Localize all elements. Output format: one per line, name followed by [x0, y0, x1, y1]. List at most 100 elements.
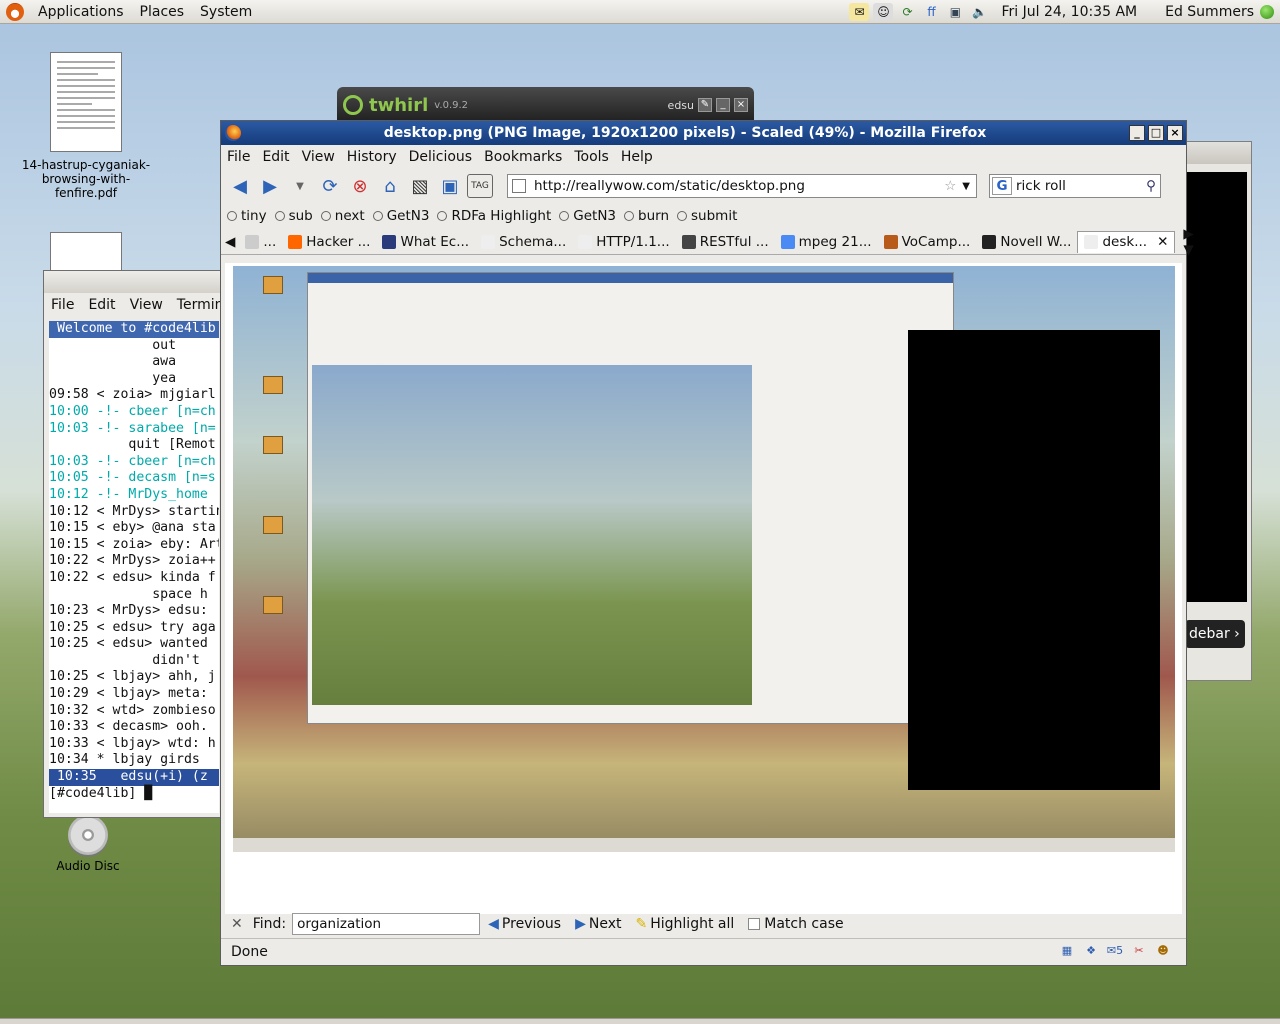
url-dropdown-icon[interactable]: ▼ [962, 181, 970, 192]
clock[interactable]: Fri Jul 24, 10:35 AM [1001, 4, 1137, 20]
close-button[interactable]: × [1167, 125, 1183, 141]
terminal-titlebar[interactable] [44, 271, 222, 293]
mail-icon[interactable]: ✉5 [1106, 944, 1124, 960]
bookmark-next[interactable]: next [320, 208, 365, 224]
minimize-icon[interactable]: _ [716, 98, 730, 112]
window-icon[interactable]: ▣ [437, 174, 463, 198]
browser-tab[interactable]: What Ec... [376, 231, 475, 253]
page-content[interactable] [225, 263, 1182, 914]
debar-button[interactable]: debar › [1185, 620, 1245, 648]
browser-tab[interactable]: HTTP/1.1... [572, 231, 675, 253]
menu-history[interactable]: History [341, 149, 403, 165]
firefox-window[interactable]: desktop.png (PNG Image, 1920x1200 pixels… [220, 120, 1194, 966]
close-icon[interactable]: × [734, 98, 748, 112]
pdf-document-icon[interactable] [50, 232, 122, 272]
match-case-checkbox[interactable]: Match case [748, 916, 844, 932]
browser-tab[interactable]: mpeg 21... [775, 231, 878, 253]
browser-tab[interactable]: ... [239, 231, 282, 253]
bookmark-burn[interactable]: burn [624, 208, 669, 224]
highlight-all-button[interactable]: ✎ Highlight all [636, 916, 735, 932]
find-input[interactable]: organization [292, 913, 481, 935]
browser-tab[interactable]: VoCamp... [878, 231, 977, 253]
scroll-tabs-right-icon[interactable]: ▶ ▼ [1183, 226, 1193, 258]
browser-tab[interactable]: Schema... [475, 231, 572, 253]
twhirl-window[interactable]: twhirl v.0.9.2 edsu ✎ _ × [337, 87, 754, 123]
screenshot-icon[interactable]: ▧ [407, 174, 433, 198]
browser-tab[interactable]: Hacker ... [282, 231, 376, 253]
screengrab-icon[interactable]: ▦ [1058, 944, 1076, 960]
search-icon[interactable]: ⚲ [1146, 178, 1156, 194]
terminal-output[interactable]: Welcome to #code4lib out awa yea 09:58 < … [49, 321, 219, 813]
bookmark-tiny[interactable]: tiny [227, 208, 267, 224]
bookmark-getn3-2[interactable]: GetN3 [559, 208, 616, 224]
close-find-icon[interactable]: ✕ [231, 916, 243, 932]
ubuntu-logo-icon[interactable] [6, 2, 24, 21]
terminal-line: 10:33 < decasm> ooh. [49, 719, 216, 735]
reload-icon[interactable]: ⟳ [317, 174, 343, 198]
bookmark-submit[interactable]: submit [677, 208, 737, 224]
twhirl-account[interactable]: edsu [668, 99, 694, 112]
find-previous-button[interactable]: ◀ Previous [488, 916, 561, 932]
bookmark-getn3[interactable]: GetN3 [372, 208, 429, 224]
back-arrow-icon[interactable]: ◀ [227, 174, 253, 198]
bookmarklet-icon [677, 211, 688, 221]
browser-tab[interactable]: desk... ✕ [1077, 230, 1176, 253]
home-icon[interactable]: ⌂ [377, 174, 403, 198]
history-dropdown-icon[interactable]: ▼ [287, 174, 313, 198]
google-search-icon[interactable]: G [992, 177, 1012, 195]
desktop-icon-pdf[interactable]: 14-hastrup-cyganiak-browsing-with-fenfir… [20, 52, 152, 200]
applications-menu[interactable]: Applications [30, 4, 132, 20]
terminal-line: 10:25 < lbjay> ahh, j [49, 669, 216, 685]
bookmark-rdfa-highlight[interactable]: RDFa Highlight [437, 208, 551, 224]
scroll-tabs-left-icon[interactable]: ◀ [225, 234, 235, 250]
url-text[interactable]: http://reallywow.com/static/desktop.png [534, 178, 805, 194]
terminal-menu-file[interactable]: File [44, 297, 81, 313]
bookmark-star-icon[interactable]: ☆ [944, 178, 956, 194]
notes-icon[interactable]: ✉ [849, 2, 870, 21]
delicious-icon[interactable]: ❖ [1082, 944, 1100, 960]
bookmark-sub[interactable]: sub [274, 208, 313, 224]
background-window[interactable]: debar › [1182, 141, 1252, 681]
url-bar[interactable]: http://reallywow.com/static/desktop.png … [507, 174, 977, 198]
status-online-icon[interactable] [1260, 4, 1274, 19]
menu-help[interactable]: Help [615, 149, 659, 165]
terminal-menu-view[interactable]: View [123, 297, 170, 313]
terminal-window[interactable]: File Edit View Terminal Welcome to #code… [43, 270, 236, 818]
terminal-menu-edit[interactable]: Edit [81, 297, 122, 313]
system-menu[interactable]: System [192, 4, 260, 20]
foxyproxy-icon[interactable]: ✂ [1130, 944, 1148, 960]
user-switcher[interactable]: Ed Summers [1165, 4, 1254, 20]
stop-icon[interactable]: ⊗ [347, 174, 373, 198]
terminal-line: 10:03 -!- sarabee [n= [49, 420, 216, 436]
desktop-icon-audio-disc[interactable]: Audio Disc [40, 815, 136, 873]
network-icon[interactable]: ▣ [945, 3, 965, 21]
search-box[interactable]: G rick roll ⚲ [989, 174, 1161, 198]
firefox-titlebar[interactable]: desktop.png (PNG Image, 1920x1200 pixels… [221, 121, 1186, 145]
tools-icon[interactable]: ✎ [698, 98, 712, 112]
close-tab-icon[interactable]: ✕ [1157, 234, 1168, 250]
menu-view[interactable]: View [296, 149, 341, 165]
menu-delicious[interactable]: Delicious [403, 149, 479, 165]
places-menu[interactable]: Places [132, 4, 193, 20]
terminal-line: 10:15 < eby> @ana sta [49, 520, 216, 536]
tag-icon[interactable]: TAG [467, 174, 493, 198]
update-icon[interactable]: ⟳ [897, 3, 917, 21]
forward-arrow-icon[interactable]: ▶ [257, 174, 283, 198]
status-text: Done [231, 943, 268, 960]
menu-bookmarks[interactable]: Bookmarks [478, 149, 568, 165]
browser-tab[interactable]: RESTful ... [676, 231, 775, 253]
greasemonkey-icon[interactable]: ☻ [1154, 944, 1172, 960]
menu-file[interactable]: File [221, 149, 256, 165]
menu-tools[interactable]: Tools [568, 149, 615, 165]
minimize-button[interactable]: _ [1129, 125, 1145, 141]
messenger-icon[interactable]: ff [921, 3, 941, 21]
bookmarklet-icon [559, 211, 570, 221]
browser-tab[interactable]: Novell W... [976, 231, 1077, 253]
maximize-button[interactable]: □ [1148, 125, 1164, 141]
volume-icon[interactable]: 🔈 [969, 3, 989, 21]
pidgin-icon[interactable]: ☺ [873, 2, 894, 21]
menu-edit[interactable]: Edit [256, 149, 295, 165]
find-next-button[interactable]: ▶ Next [575, 916, 621, 932]
background-window-titlebar[interactable] [1183, 142, 1251, 164]
search-text[interactable]: rick roll [1016, 178, 1066, 194]
